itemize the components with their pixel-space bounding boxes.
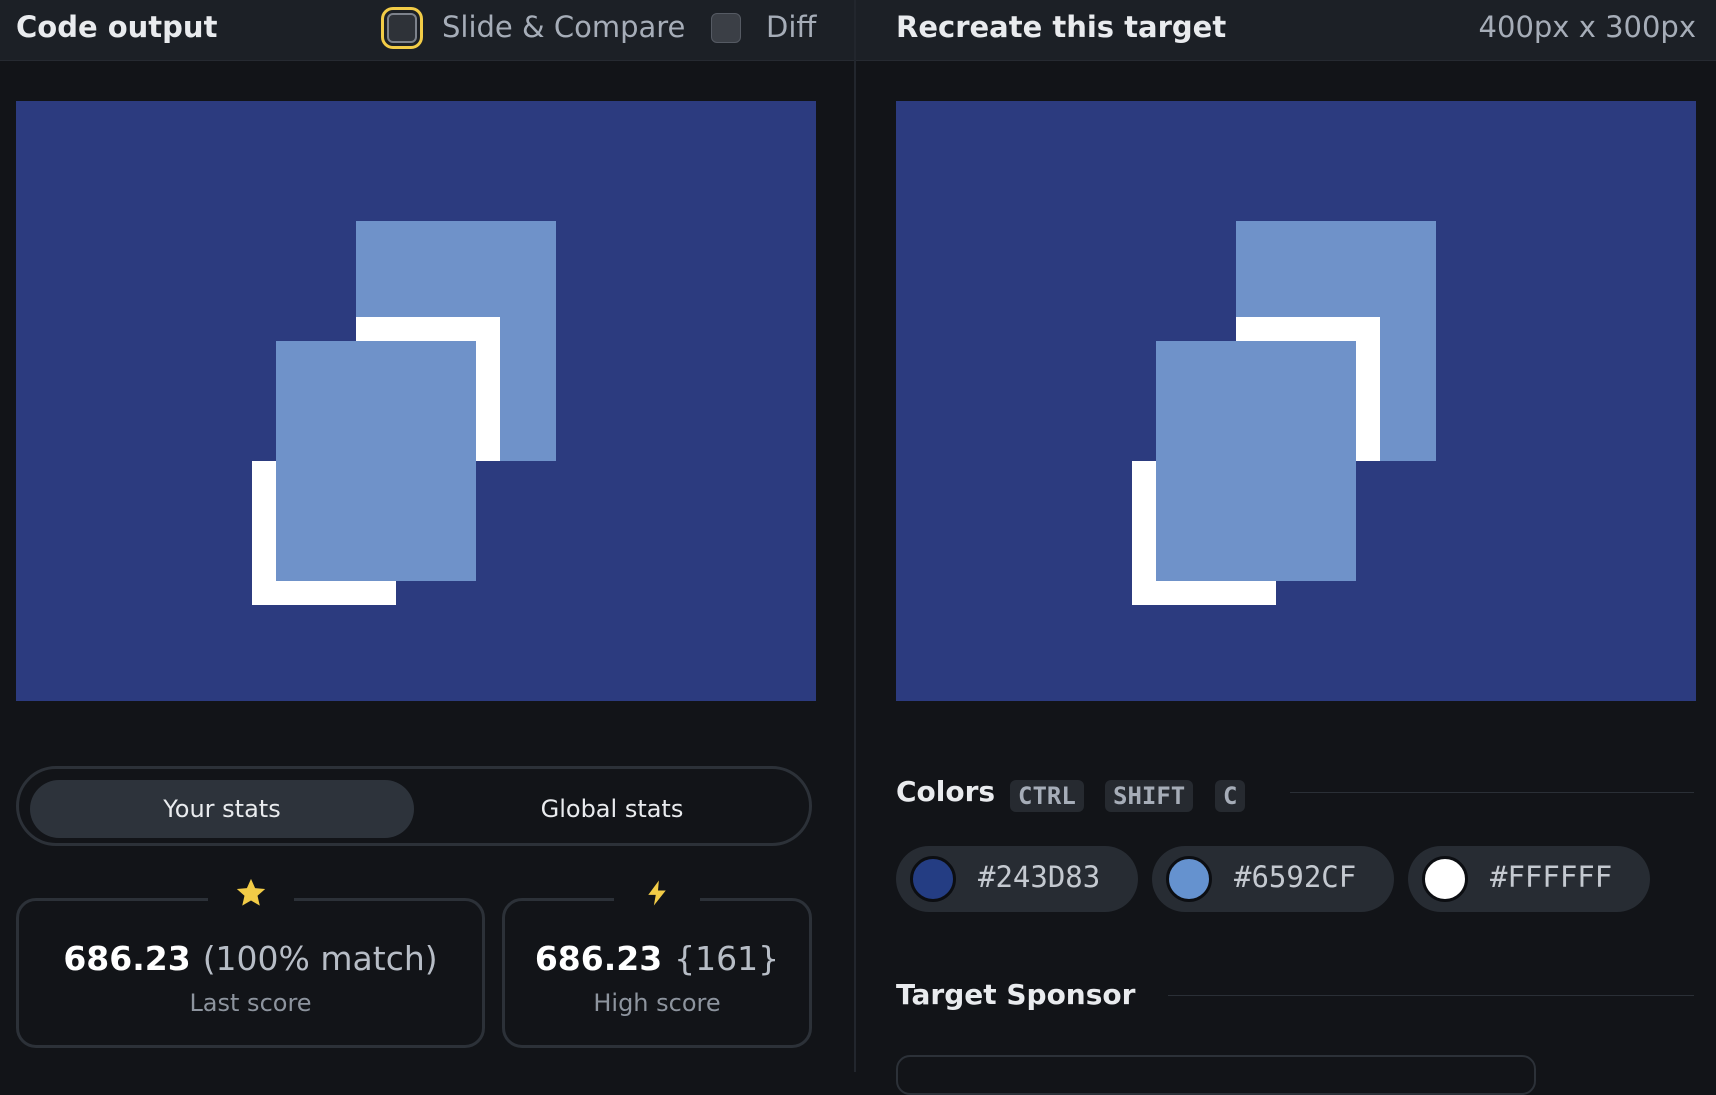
tab-your-stats[interactable]: Your stats [30,780,414,838]
swatch-hex: #6592CF [1234,860,1357,894]
swatch-dot [910,856,956,902]
sponsor-title: Target Sponsor [896,978,1136,1011]
last-score-label: Last score [189,989,312,1017]
code-output-header: Code output Slide & Compare Diff [0,0,854,61]
high-score-line: 686.23 {161} [505,939,809,978]
high-score-extra: {161} [674,939,780,978]
sponsor-divider [1168,995,1694,996]
last-score-match: (100% match) [202,939,438,978]
panel-divider [854,0,856,1072]
high-score-card: 686.23 {161} High score [502,871,812,1048]
last-score-card: 686.23 (100% match) Last score [16,871,485,1048]
code-output-canvas[interactable] [16,101,816,701]
lightning-icon [614,871,700,915]
swatch-hex: #243D83 [978,860,1101,894]
tab-global-stats[interactable]: Global stats [420,780,804,838]
last-score-value: 686.23 [63,939,191,978]
sponsor-card[interactable] [896,1055,1536,1095]
star-icon [207,871,294,915]
shortcut-key-c: C [1215,780,1246,812]
last-score-line: 686.23 (100% match) [19,939,482,978]
code-output-title: Code output [16,10,218,44]
high-score-label: High score [593,989,721,1017]
slide-compare-checkbox[interactable] [381,7,423,49]
stats-toggle: Your stats Global stats [16,766,812,846]
shortcut-key-shift: SHIFT [1105,780,1194,812]
diff-checkbox[interactable] [711,13,741,43]
color-chip-3[interactable]: #FFFFFF [1408,846,1650,912]
swatch-hex: #FFFFFF [1490,860,1613,894]
color-chip-1[interactable]: #243D83 [896,846,1138,912]
slide-compare-label[interactable]: Slide & Compare [442,10,685,44]
swatch-dot [1422,856,1468,902]
target-size-label: 400px x 300px [1478,10,1696,44]
colors-divider [1290,792,1694,793]
swatch-dot [1166,856,1212,902]
diff-label[interactable]: Diff [766,10,816,44]
target-title: Recreate this target [896,10,1227,44]
front-square [276,341,476,581]
color-chip-2[interactable]: #6592CF [1152,846,1394,912]
colors-title: Colors [896,775,996,808]
high-score-value: 686.23 [534,939,663,978]
target-header: Recreate this target 400px x 300px [856,0,1716,61]
shortcut-key-ctrl: CTRL [1010,780,1084,812]
target-canvas [896,101,1696,701]
front-square [1156,341,1356,581]
